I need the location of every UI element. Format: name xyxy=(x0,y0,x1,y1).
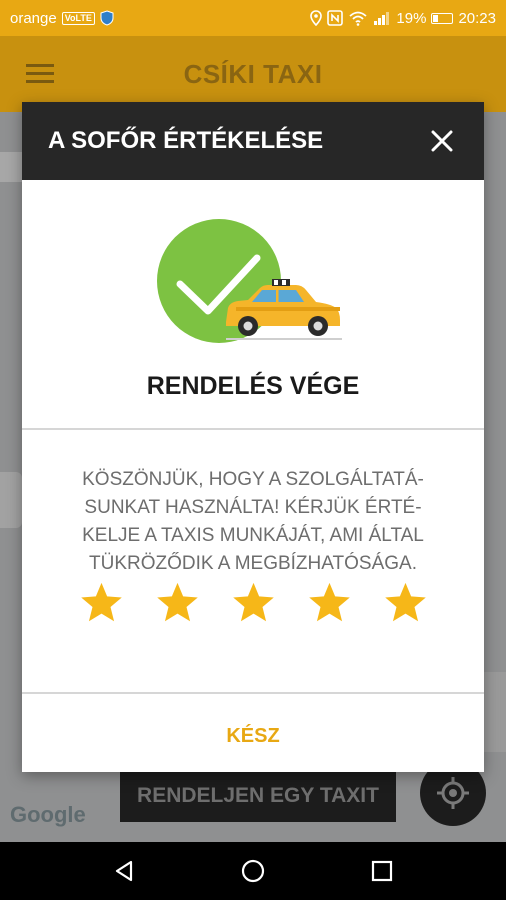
battery-icon xyxy=(431,12,454,24)
star-icon-5[interactable] xyxy=(383,580,428,625)
message-line: TÜKRÖZŐDIK A MEGBÍZHATÓSÁGA. xyxy=(89,553,417,574)
done-button[interactable]: KÉSZ xyxy=(22,694,484,772)
menu-icon[interactable] xyxy=(26,64,54,88)
wifi-icon xyxy=(349,11,368,26)
carrier-name: orange xyxy=(10,9,57,27)
clock: 20:23 xyxy=(458,9,496,27)
home-button[interactable] xyxy=(233,851,273,891)
navigation-bar xyxy=(0,842,506,900)
app-title: CSÍKI TAXI xyxy=(183,58,323,89)
recents-icon xyxy=(371,860,392,882)
message-line: SUNKAT HASZNÁLTA! KÉRJÜK ÉRTÉ- xyxy=(84,497,422,518)
location-icon xyxy=(310,10,323,26)
rating-dialog: A SOFŐR ÉRTÉKELÉSE RENDELÉS VÉGE KÖSZÖNJ… xyxy=(22,102,484,772)
close-icon xyxy=(431,130,453,152)
message-line: KELJE A TAXIS MUNKÁJÁT, AMI ÁLTAL xyxy=(82,525,424,546)
nfc-icon xyxy=(327,10,344,26)
map-marker xyxy=(0,472,22,528)
status-bar-right: 19% 20:23 xyxy=(310,10,496,27)
home-icon xyxy=(241,859,265,883)
star-rating xyxy=(22,580,484,692)
thank-you-message: KÖSZÖNJÜK, HOGY A SZOLGÁLTATÁ- SUNKAT HA… xyxy=(22,430,484,580)
crosshair-icon xyxy=(437,777,469,809)
app-bar: CSÍKI TAXI xyxy=(0,36,506,112)
recents-button[interactable] xyxy=(362,851,402,891)
star-icon-2[interactable] xyxy=(155,580,200,625)
dialog-header: A SOFŐR ÉRTÉKELÉSE xyxy=(22,102,484,180)
close-button[interactable] xyxy=(428,127,456,155)
star-icon-3[interactable] xyxy=(231,580,276,625)
message-line: KÖSZÖNJÜK, HOGY A SZOLGÁLTATÁ- xyxy=(82,469,424,490)
shield-icon xyxy=(100,10,114,26)
volte-badge: VoLTE xyxy=(61,11,95,25)
star-icon-1[interactable] xyxy=(79,580,124,625)
dialog-title: A SOFŐR ÉRTÉKELÉSE xyxy=(48,127,324,154)
back-button[interactable] xyxy=(104,851,144,891)
check-taxi-icon xyxy=(157,219,342,343)
status-bar: orange VoLTE 19% 20:23 xyxy=(0,0,506,36)
star-icon-4[interactable] xyxy=(307,580,352,625)
completion-illustration xyxy=(22,180,484,374)
battery-percent: 19% xyxy=(396,9,427,27)
order-finished-title: RENDELÉS VÉGE xyxy=(146,372,360,400)
signal-icon xyxy=(374,12,390,25)
status-bar-left: orange VoLTE xyxy=(10,10,114,27)
back-icon xyxy=(116,860,133,882)
map-overlay-box xyxy=(0,152,22,182)
order-taxi-button[interactable]: RENDELJEN EGY TAXIT xyxy=(120,770,396,822)
google-logo: Google xyxy=(10,802,86,827)
